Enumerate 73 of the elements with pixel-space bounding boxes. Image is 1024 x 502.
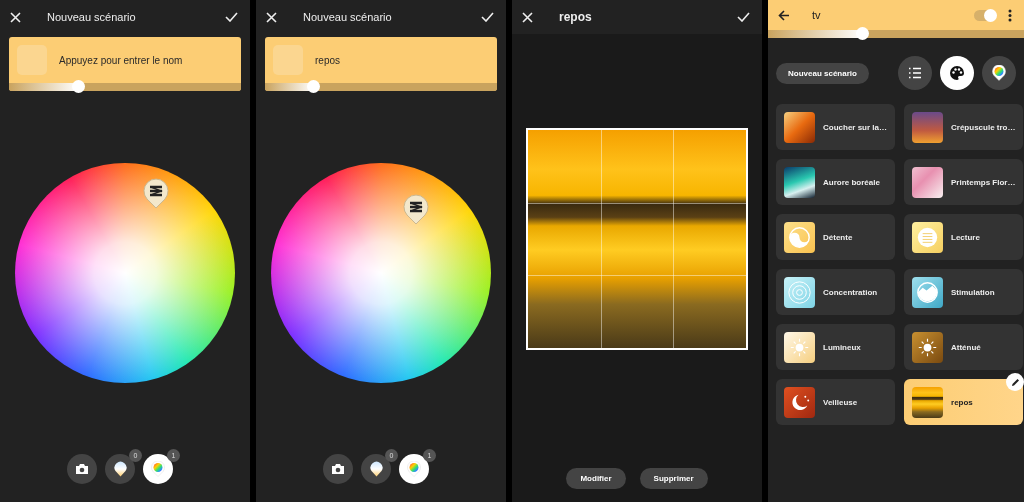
pencil-icon <box>1011 377 1020 387</box>
scene-card[interactable]: Lecture <box>904 214 1024 260</box>
scene-thumbnail <box>784 221 815 253</box>
edit-button[interactable]: Modifier <box>566 468 626 489</box>
photo-placeholder[interactable] <box>526 128 748 350</box>
close-icon <box>10 11 21 23</box>
scene-thumbnail <box>912 386 943 418</box>
scene-thumbnail <box>784 386 815 418</box>
light-pin-icon <box>369 461 383 477</box>
more-icon <box>1008 8 1012 22</box>
scene-card[interactable]: Concentration <box>776 269 895 315</box>
light-pin-marker[interactable] <box>142 177 169 210</box>
light-pin-button[interactable] <box>361 454 391 484</box>
screen-title: Nouveau scénario <box>303 11 393 23</box>
light-pin-icon <box>113 461 127 477</box>
check-icon <box>481 12 494 22</box>
view-tab[interactable] <box>940 56 974 90</box>
check-icon <box>737 12 750 22</box>
check-icon <box>225 12 238 22</box>
brightness-slider[interactable] <box>9 83 241 91</box>
scene-card[interactable]: Lumineux <box>776 324 895 370</box>
thumbnail-placeholder <box>17 45 47 75</box>
edit-button[interactable] <box>1006 373 1024 391</box>
close-icon <box>266 11 277 23</box>
list-icon <box>908 67 922 79</box>
palette-icon <box>949 65 965 81</box>
scene-thumbnail <box>912 166 943 198</box>
light-pin-button[interactable] <box>143 454 173 484</box>
slider-thumb[interactable] <box>855 27 869 40</box>
camera-button[interactable] <box>323 454 353 484</box>
scene-thumbnail <box>912 331 943 363</box>
color-pin-icon <box>407 461 421 477</box>
scene-card[interactable]: Crépuscule tro… <box>904 104 1024 150</box>
view-tab[interactable] <box>982 56 1016 90</box>
camera-icon <box>75 463 89 475</box>
scene-thumbnail <box>784 166 815 198</box>
thumbnail-placeholder <box>273 45 303 75</box>
light-pin-button[interactable] <box>399 454 429 484</box>
scene-thumbnail <box>912 276 943 308</box>
scene-thumbnail <box>784 331 815 363</box>
scene-card[interactable]: Stimulation <box>904 269 1024 315</box>
back-arrow-icon <box>778 9 790 21</box>
new-scene-button[interactable]: Nouveau scénario <box>776 62 869 84</box>
scene-card[interactable]: Détente <box>776 214 895 260</box>
delete-button[interactable]: Supprimer <box>639 468 708 489</box>
color-pin-icon <box>992 65 1006 81</box>
screen-title: Nouveau scénario <box>47 11 137 23</box>
screen-title: repos <box>559 10 593 24</box>
room-toggle[interactable] <box>974 9 996 21</box>
brightness-slider[interactable] <box>265 83 497 91</box>
room-title: tv <box>812 9 822 21</box>
name-field[interactable]: Appuyez pour entrer le nom <box>59 51 233 69</box>
scene-card[interactable]: Veilleuse <box>776 379 895 425</box>
scene-thumbnail <box>784 111 815 143</box>
scene-card[interactable]: Coucher sur la… <box>776 104 895 150</box>
view-tab[interactable] <box>898 56 932 90</box>
light-pin-button[interactable] <box>105 454 135 484</box>
scene-thumbnail <box>912 111 943 143</box>
color-pin-icon <box>151 461 165 477</box>
scene-card[interactable]: Atténué <box>904 324 1024 370</box>
slider-thumb[interactable] <box>71 80 85 93</box>
close-icon <box>522 11 533 23</box>
brightness-slider[interactable] <box>768 30 1024 38</box>
slider-thumb[interactable] <box>306 80 320 93</box>
scene-card[interactable]: Printemps Flor… <box>904 159 1024 205</box>
scene-card[interactable]: repos <box>904 379 1024 425</box>
light-pin-marker[interactable] <box>403 192 430 225</box>
scene-thumbnail <box>784 276 815 308</box>
camera-icon <box>331 463 345 475</box>
camera-button[interactable] <box>67 454 97 484</box>
scene-thumbnail <box>912 221 943 253</box>
scene-card[interactable]: Aurore boréale <box>776 159 895 205</box>
name-field[interactable]: repos <box>315 51 489 69</box>
